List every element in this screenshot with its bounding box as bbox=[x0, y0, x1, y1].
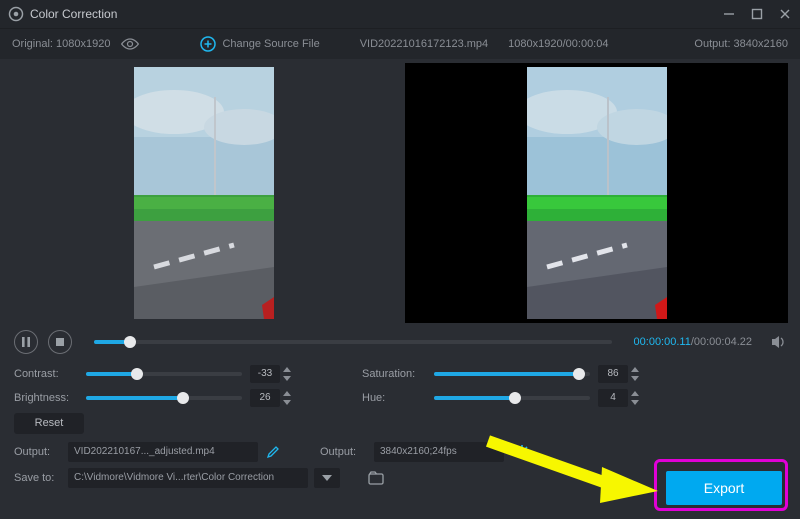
stop-button[interactable] bbox=[48, 330, 72, 354]
hue-spinner[interactable]: 4 bbox=[598, 389, 650, 407]
volume-icon[interactable] bbox=[770, 334, 786, 350]
pause-button[interactable] bbox=[14, 330, 38, 354]
close-button[interactable] bbox=[778, 7, 792, 21]
playback-controls: 00:00:00.11/00:00:04.22 bbox=[0, 327, 800, 357]
hue-label: Hue: bbox=[362, 392, 426, 404]
output-format-field[interactable]: 3840x2160;24fps bbox=[374, 442, 504, 462]
saturation-value: 86 bbox=[598, 365, 628, 383]
toolbar: Original: 1080x1920 Change Source File V… bbox=[0, 28, 800, 59]
adjustment-sliders: Contrast: -33 Saturation: 86 Brightness:… bbox=[0, 357, 800, 411]
contrast-value: -33 bbox=[250, 365, 280, 383]
export-button[interactable]: Export bbox=[666, 471, 782, 505]
app-logo-icon bbox=[8, 6, 24, 22]
brightness-spinner[interactable]: 26 bbox=[250, 389, 302, 407]
saturation-spinner[interactable]: 86 bbox=[598, 365, 650, 383]
chevron-up-icon[interactable] bbox=[282, 390, 292, 397]
hue-slider[interactable] bbox=[434, 396, 590, 400]
open-folder-button[interactable] bbox=[364, 471, 390, 485]
output-preview bbox=[405, 63, 788, 323]
contrast-label: Contrast: bbox=[14, 368, 78, 380]
contrast-spinner[interactable]: -33 bbox=[250, 365, 302, 383]
brightness-slider[interactable] bbox=[86, 396, 242, 400]
output-filename-label: Output: bbox=[14, 446, 62, 458]
saveto-dropdown[interactable] bbox=[314, 468, 340, 488]
chevron-up-icon[interactable] bbox=[630, 366, 640, 373]
output-filename-field[interactable]: VID202210167..._adjusted.mp4 bbox=[68, 442, 258, 462]
reset-button[interactable]: Reset bbox=[14, 413, 84, 434]
time-display: 00:00:00.11/00:00:04.22 bbox=[634, 336, 752, 348]
output-row: Output: VID202210167..._adjusted.mp4 Out… bbox=[0, 434, 800, 462]
original-preview bbox=[12, 63, 395, 323]
edit-filename-button[interactable] bbox=[264, 445, 282, 459]
video-thumbnail-original bbox=[134, 67, 274, 319]
source-filename: VID20221016172123.mp4 bbox=[360, 38, 488, 50]
change-source-label: Change Source File bbox=[222, 38, 319, 50]
saturation-label: Saturation: bbox=[362, 368, 426, 380]
minimize-button[interactable] bbox=[722, 7, 736, 21]
current-time: 00:00:00.11 bbox=[634, 336, 691, 348]
window-title: Color Correction bbox=[30, 7, 117, 21]
plus-circle-icon bbox=[200, 36, 216, 52]
saveto-label: Save to: bbox=[14, 472, 62, 484]
saveto-path-field[interactable]: C:\Vidmore\Vidmore Vi...rter\Color Corre… bbox=[68, 468, 308, 488]
duration-time: /00:00:04.22 bbox=[691, 336, 752, 348]
output-format-label: Output: bbox=[320, 446, 368, 458]
chevron-down-icon[interactable] bbox=[630, 375, 640, 382]
output-resolution-label: Output: 3840x2160 bbox=[694, 38, 788, 50]
hue-value: 4 bbox=[598, 389, 628, 407]
video-thumbnail-output bbox=[527, 67, 667, 319]
saturation-slider[interactable] bbox=[434, 372, 590, 376]
brightness-value: 26 bbox=[250, 389, 280, 407]
chevron-down-icon[interactable] bbox=[282, 375, 292, 382]
format-settings-button[interactable] bbox=[510, 444, 534, 460]
chevron-down-icon[interactable] bbox=[630, 399, 640, 406]
preview-area bbox=[0, 59, 800, 327]
chevron-up-icon[interactable] bbox=[630, 390, 640, 397]
chevron-up-icon[interactable] bbox=[282, 366, 292, 373]
chevron-down-icon[interactable] bbox=[282, 399, 292, 406]
contrast-slider[interactable] bbox=[86, 372, 242, 376]
source-resolution: 1080x1920/00:00:04 bbox=[508, 38, 608, 50]
original-resolution-label: Original: 1080x1920 bbox=[12, 38, 110, 50]
change-source-button[interactable]: Change Source File bbox=[200, 36, 319, 52]
brightness-label: Brightness: bbox=[14, 392, 78, 404]
titlebar: Color Correction bbox=[0, 0, 800, 28]
preview-toggle-icon[interactable] bbox=[120, 37, 140, 51]
maximize-button[interactable] bbox=[750, 7, 764, 21]
playback-progress[interactable] bbox=[94, 340, 612, 344]
